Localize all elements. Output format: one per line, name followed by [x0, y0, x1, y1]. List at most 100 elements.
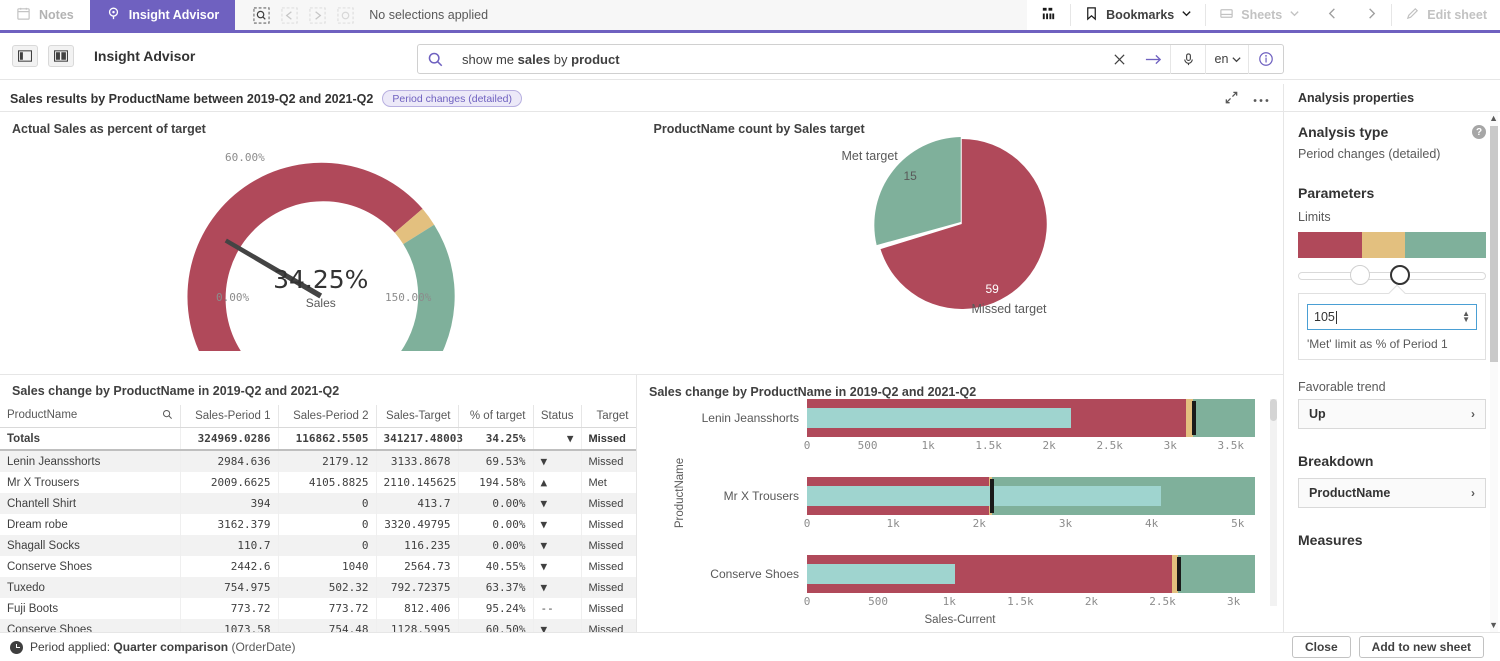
- voice-input-button[interactable]: [1171, 45, 1205, 74]
- properties-scrollbar-thumb[interactable]: [1490, 126, 1498, 362]
- table-row[interactable]: Conserve Shoes 1073.58 754.48 1128.5995 60.5…: [0, 619, 636, 632]
- table-cell-target: Missed: [581, 450, 636, 472]
- table-column-header[interactable]: Sales-Period 2: [278, 405, 377, 428]
- gauge-mid-label: 60.00%: [225, 151, 265, 164]
- table-cell-value: 1040: [278, 556, 377, 577]
- axis-tick-label: 500: [857, 439, 878, 452]
- axis-tick-label: 3.5k: [1217, 439, 1245, 452]
- axis-tick-label: 3k: [1163, 439, 1177, 452]
- table-cell-value: 1073.58: [180, 619, 279, 632]
- page-title: Insight Advisor: [94, 48, 196, 64]
- table-search-icon[interactable]: [162, 409, 173, 423]
- table-cell-target: Met: [581, 472, 636, 493]
- table-row[interactable]: Conserve Shoes 2442.6 1040 2564.73 40.55% ▼ Mi…: [0, 556, 636, 577]
- collapse-icon[interactable]: [1224, 90, 1239, 108]
- table-cell-value: 3320.49795: [376, 514, 459, 535]
- add-to-new-sheet-button[interactable]: Add to new sheet: [1358, 636, 1484, 658]
- toggle-left-panel-button[interactable]: [12, 45, 38, 67]
- gauge-value: 34.25%: [273, 265, 368, 294]
- table-column-header[interactable]: % of target: [458, 405, 534, 428]
- language-selector[interactable]: en: [1206, 45, 1248, 74]
- clear-search-button[interactable]: [1102, 45, 1136, 74]
- bookmarks-button[interactable]: Bookmarks: [1071, 0, 1205, 32]
- gauge-chart[interactable]: 34.25% Sales 60.00% 0.00% 150.00%: [0, 136, 642, 374]
- bullet-row[interactable]: Mr X Trousers 0 1k 2k 3k 4k 5k: [724, 477, 1255, 535]
- table-row[interactable]: Fuji Boots 773.72 773.72 812.406 95.24% -- Mis…: [0, 598, 636, 619]
- selection-forward-icon[interactable]: [303, 2, 331, 28]
- table-cell-target: Missed: [581, 514, 636, 535]
- table-cell-status: ▼: [533, 450, 582, 472]
- table-cell-value: 3133.8678: [376, 450, 459, 472]
- bullet-x-axis: 0 1k 2k 3k 4k 5k: [804, 515, 1255, 535]
- help-icon[interactable]: ?: [1472, 125, 1486, 139]
- more-options-icon[interactable]: [1253, 92, 1269, 106]
- bullet-band-met: [1178, 555, 1255, 593]
- table-cell-value: 2179.12: [278, 450, 377, 472]
- selection-back-icon[interactable]: [275, 2, 303, 28]
- close-button[interactable]: Close: [1291, 636, 1351, 658]
- table-panel: Sales change by ProductName in 2019-Q2 a…: [0, 375, 636, 632]
- limit-stepper[interactable]: ▲ ▼: [1462, 310, 1470, 324]
- favorable-trend-select[interactable]: Up ›: [1298, 399, 1486, 429]
- table-cell-status: ▼: [533, 427, 582, 451]
- table-scroll-area[interactable]: ProductName Sales-Period 1 Sales-Period 2S…: [0, 405, 636, 632]
- table-row[interactable]: Mr X Trousers 2009.6625 4105.8825 2110.1456…: [0, 472, 636, 493]
- scroll-down-icon[interactable]: ▼: [1489, 620, 1498, 630]
- app-grid-button[interactable]: [1027, 0, 1070, 32]
- table-column-header[interactable]: Sales-Period 1: [180, 405, 279, 428]
- search-input[interactable]: show me sales by product en: [417, 44, 1284, 74]
- table-row[interactable]: Chantell Shirt 394 0 413.7 0.00% ▼ Missed: [0, 493, 636, 514]
- chevron-right-icon: [1365, 7, 1378, 23]
- table-row[interactable]: Tuxedo 754.975 502.32 792.72375 63.37% ▼ Misse…: [0, 577, 636, 598]
- edit-sheet-label: Edit sheet: [1427, 8, 1487, 22]
- scroll-up-icon[interactable]: ▲: [1489, 113, 1498, 123]
- table-cell-value: 60.50%: [458, 619, 534, 632]
- table-cell-status: ▼: [533, 577, 582, 598]
- pie-chart[interactable]: Met target 15 Missed target 59: [642, 136, 1284, 356]
- tab-insight-advisor[interactable]: Insight Advisor: [89, 0, 236, 30]
- tab-notes[interactable]: Notes: [0, 0, 90, 30]
- sheets-button[interactable]: Sheets: [1206, 0, 1313, 32]
- table-column-header[interactable]: Status: [533, 405, 582, 428]
- previous-sheet-button[interactable]: [1313, 0, 1352, 32]
- slider-handle-lower[interactable]: [1350, 265, 1370, 285]
- table-row[interactable]: Lenin Jeansshorts 2984.636 2179.12 3133.867…: [0, 450, 636, 472]
- bullet-row[interactable]: Lenin Jeansshorts 0 500 1k 1.5k 2k 2.5k 3k 3.5k: [702, 399, 1255, 457]
- info-button[interactable]: [1249, 45, 1283, 74]
- next-sheet-button[interactable]: [1352, 0, 1391, 32]
- table-cell-status: ▼: [533, 556, 582, 577]
- selection-clear-icon[interactable]: [331, 2, 359, 28]
- bullet-scrollbar-track[interactable]: [1270, 399, 1277, 606]
- tab-insight-advisor-label: Insight Advisor: [128, 8, 220, 22]
- bullet-row[interactable]: Conserve Shoes 0 500 1k 1.5k 2k 2.5k 3k: [710, 555, 1255, 613]
- period-applied-text: Period applied: Quarter comparison (Orde…: [30, 640, 296, 654]
- chevron-left-icon: [1326, 7, 1339, 23]
- limits-slider[interactable]: [1298, 265, 1486, 287]
- bullet-label: Lenin Jeansshorts: [701, 411, 799, 425]
- bullet-scrollbar-thumb[interactable]: [1270, 399, 1277, 421]
- bullet-y-axis-title: ProductName: [674, 457, 687, 529]
- table-row-totals[interactable]: Totals 324969.0286 116862.5505 341217.48003…: [0, 427, 636, 451]
- grid-icon: [1040, 5, 1057, 25]
- submit-search-button[interactable]: [1136, 45, 1170, 74]
- table-column-header[interactable]: Sales-Target: [376, 405, 459, 428]
- pie-panel: ProductName count by Sales target Met ta…: [642, 112, 1284, 374]
- table-row[interactable]: Shagall Socks 110.7 0 116.235 0.00% ▼ Missed: [0, 535, 636, 556]
- table-column-header[interactable]: Target: [581, 405, 636, 428]
- limit-number-field[interactable]: 105 ▲ ▼: [1307, 304, 1477, 330]
- selection-search-icon[interactable]: [247, 2, 275, 28]
- edit-sheet-button[interactable]: Edit sheet: [1392, 0, 1500, 32]
- gauge-min-label: 0.00%: [216, 291, 250, 304]
- toolbar-spacer: [500, 0, 1028, 30]
- table-column-header-productname[interactable]: ProductName: [0, 405, 181, 428]
- toggle-split-panel-button[interactable]: [48, 45, 74, 67]
- table-cell-value: 116862.5505: [278, 427, 377, 451]
- gauge-measure-label: Sales: [306, 296, 336, 310]
- text-cursor: [1335, 310, 1337, 324]
- slider-handle-upper[interactable]: [1390, 265, 1410, 285]
- table-cell-productname: Conserve Shoes: [0, 619, 181, 632]
- search-query-text: show me sales by product: [462, 51, 620, 67]
- stepper-down-icon[interactable]: ▼: [1462, 316, 1470, 324]
- table-row[interactable]: Dream robe 3162.379 0 3320.49795 0.00% ▼ Misse…: [0, 514, 636, 535]
- breakdown-select[interactable]: ProductName ›: [1298, 478, 1486, 508]
